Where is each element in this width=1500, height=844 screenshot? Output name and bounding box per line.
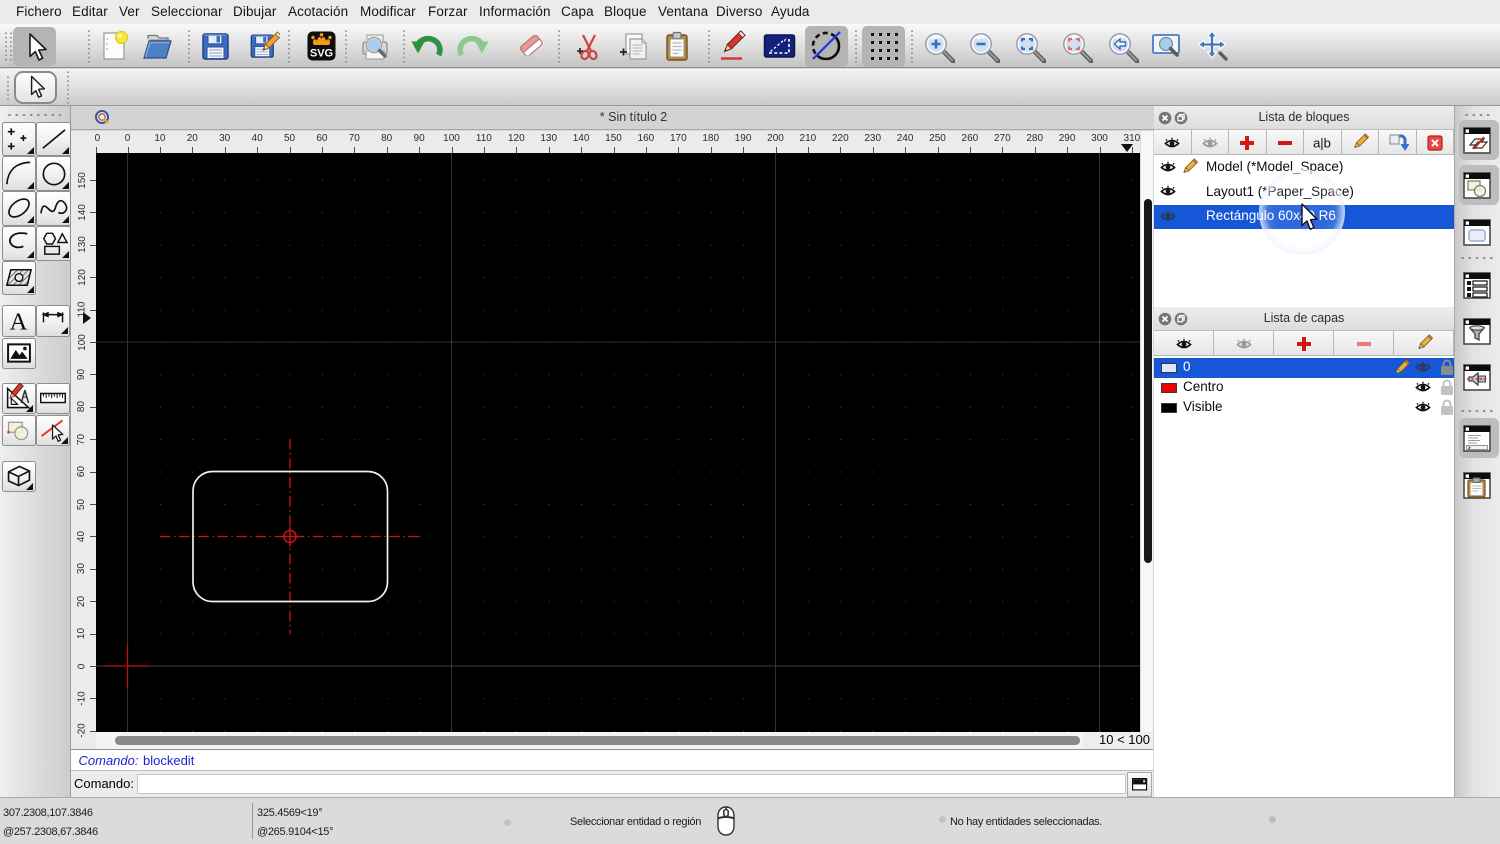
svg-text:SVG: SVG [309,48,332,60]
svg-text:a|b: a|b [1313,136,1331,151]
svg-text:A: A [9,308,27,335]
